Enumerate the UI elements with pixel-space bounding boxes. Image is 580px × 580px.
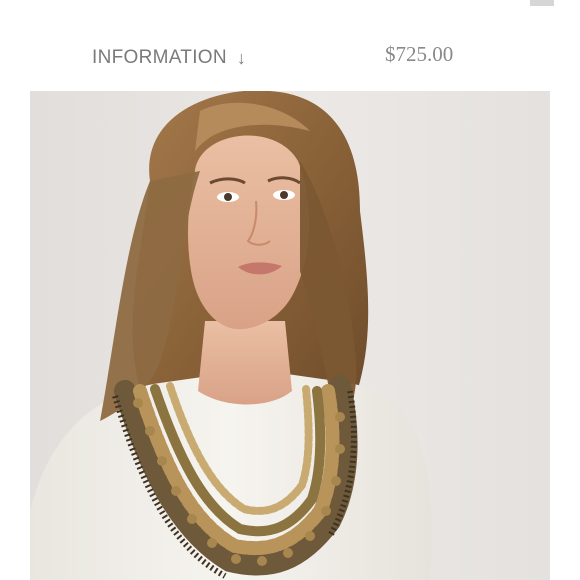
clipped-top-text <box>30 0 430 4</box>
information-toggle-button[interactable]: INFORMATION ↓ <box>92 44 246 72</box>
arrow-down-icon: ↓ <box>236 48 247 68</box>
product-page: INFORMATION ↓ $725.00 <box>0 0 580 580</box>
model-necklace-illustration <box>30 91 432 580</box>
information-label: INFORMATION <box>92 47 227 68</box>
product-price: $725.00 <box>385 42 454 66</box>
product-photo[interactable] <box>30 91 550 580</box>
scroll-indicator[interactable] <box>530 0 554 6</box>
